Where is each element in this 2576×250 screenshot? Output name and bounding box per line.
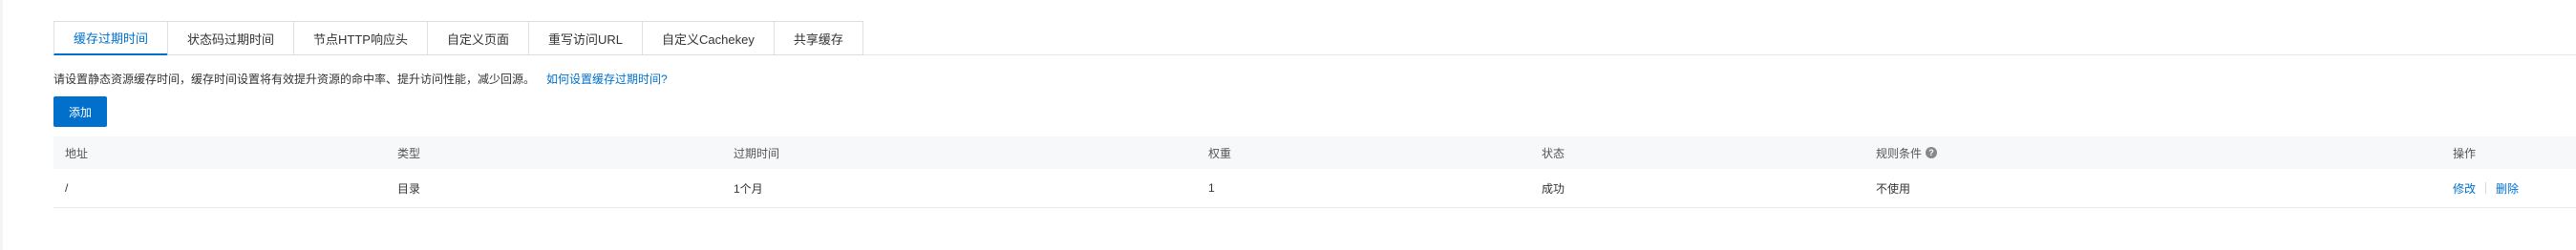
header-expire: 过期时间	[734, 146, 780, 160]
cell-type: 目录	[397, 181, 421, 196]
question-circle-icon[interactable]: ?	[1926, 147, 1938, 158]
table-row: / 目录 1个月 1 成功 不使用 修改 删除	[53, 169, 2576, 208]
tab-node-http-header[interactable]: 节点HTTP响应头	[293, 21, 427, 55]
edit-link[interactable]: 修改	[2453, 180, 2476, 197]
table-header: 地址 类型 过期时间 权重 状态 规则条件 ? 操作	[53, 136, 2576, 169]
tab-rewrite-url[interactable]: 重写访问URL	[528, 21, 643, 55]
tab-custom-cachekey[interactable]: 自定义Cachekey	[642, 21, 774, 55]
page: 缓存过期时间 状态码过期时间 节点HTTP响应头 自定义页面 重写访问URL 自…	[0, 0, 2576, 250]
header-type: 类型	[397, 146, 421, 160]
rules-table: 地址 类型 过期时间 权重 状态 规则条件 ? 操作 / 目录 1个月 1 成功…	[53, 136, 2576, 208]
left-accent-strip	[0, 0, 3, 250]
delete-link[interactable]: 删除	[2496, 180, 2519, 197]
description-text: 请设置静态资源缓存时间，缓存时间设置将有效提升资源的命中率、提升访问性能，减少回…	[53, 73, 536, 86]
action-divider	[2485, 182, 2487, 194]
tab-shared-cache[interactable]: 共享缓存	[773, 21, 863, 55]
cell-condition: 不使用	[1876, 181, 1911, 196]
header-status: 状态	[1542, 146, 1565, 160]
cell-status: 成功	[1542, 181, 1565, 196]
tab-cache-expiration[interactable]: 缓存过期时间	[53, 21, 168, 55]
help-link[interactable]: 如何设置缓存过期时间?	[546, 71, 668, 87]
description: 请设置静态资源缓存时间，缓存时间设置将有效提升资源的命中率、提升访问性能，减少回…	[53, 71, 668, 87]
cell-expire: 1个月	[734, 181, 763, 196]
header-condition: 规则条件 ?	[1864, 145, 1938, 161]
header-weight: 权重	[1208, 146, 1232, 160]
tab-status-code-expiration[interactable]: 状态码过期时间	[167, 21, 294, 55]
add-button[interactable]: 添加	[53, 96, 108, 127]
cell-address: /	[65, 181, 69, 195]
header-condition-label: 规则条件	[1876, 146, 1923, 160]
tab-bar: 缓存过期时间 状态码过期时间 节点HTTP响应头 自定义页面 重写访问URL 自…	[53, 21, 863, 55]
header-address: 地址	[65, 146, 89, 160]
cell-actions: 修改 删除	[2441, 180, 2519, 197]
tab-custom-page[interactable]: 自定义页面	[426, 21, 528, 55]
header-actions: 操作	[2453, 146, 2477, 160]
cell-weight: 1	[1208, 181, 1215, 195]
